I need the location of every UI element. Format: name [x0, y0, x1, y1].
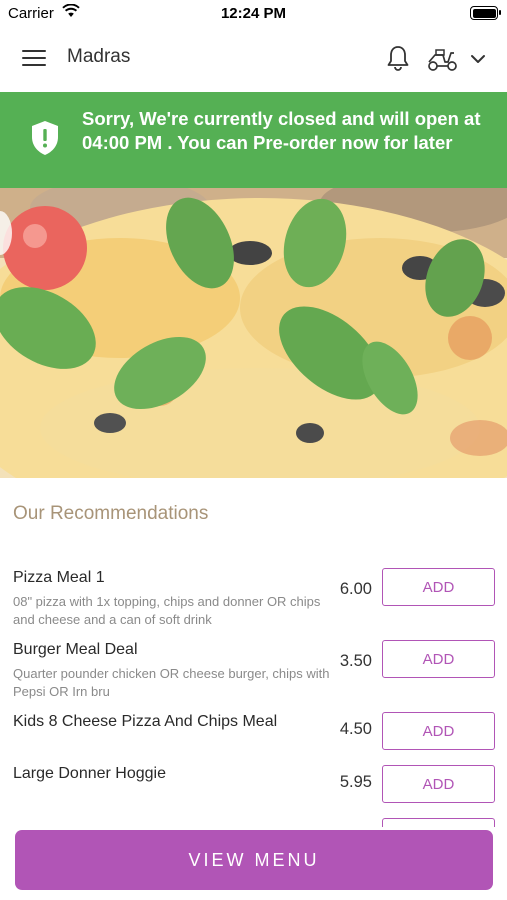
add-button[interactable]: ADD: [382, 712, 495, 750]
item-description: 08" pizza with 1x topping, chips and don…: [13, 594, 321, 627]
menu-icon[interactable]: [22, 50, 46, 68]
item-price: 4.50: [339, 720, 372, 738]
pizza-image: [0, 188, 507, 478]
shield-icon: [32, 121, 58, 155]
add-button[interactable]: ADD: [382, 765, 495, 803]
clock: 12:24 PM: [220, 5, 287, 22]
status-bar: Carrier 12:24 PM: [0, 0, 507, 26]
item-price: 5.95: [339, 773, 372, 791]
section-title: Our Recommendations: [13, 503, 209, 524]
add-button[interactable]: ADD: [382, 640, 495, 678]
add-button[interactable]: [382, 818, 495, 827]
closed-message: Sorry, We're currently closed and will o…: [82, 108, 481, 153]
item-name: Pizza Meal 1: [13, 569, 105, 586]
chevron-down-icon[interactable]: [469, 50, 487, 68]
item-name: Kids 8 Cheese Pizza And Chips Meal: [13, 713, 278, 730]
battery-icon: [470, 6, 501, 20]
closed-banner: Sorry, We're currently closed and will o…: [0, 92, 507, 188]
item-name: Large Donner Hoggie: [13, 765, 166, 782]
item-description: Quarter pounder chicken OR cheese burger…: [13, 666, 330, 699]
recommendations-list: Pizza Meal 1 08" pizza with 1x topping, …: [0, 565, 507, 827]
app-header: Madras: [0, 26, 507, 92]
view-menu-button[interactable]: VIEW MENU: [15, 830, 493, 890]
scooter-icon[interactable]: [425, 45, 459, 73]
item-name: Burger Meal Deal: [13, 641, 138, 658]
bell-icon[interactable]: [384, 44, 412, 72]
restaurant-name: Madras: [67, 46, 131, 67]
add-button[interactable]: ADD: [382, 568, 495, 606]
item-price: 6.00: [339, 580, 372, 598]
item-price: 3.50: [339, 652, 372, 670]
